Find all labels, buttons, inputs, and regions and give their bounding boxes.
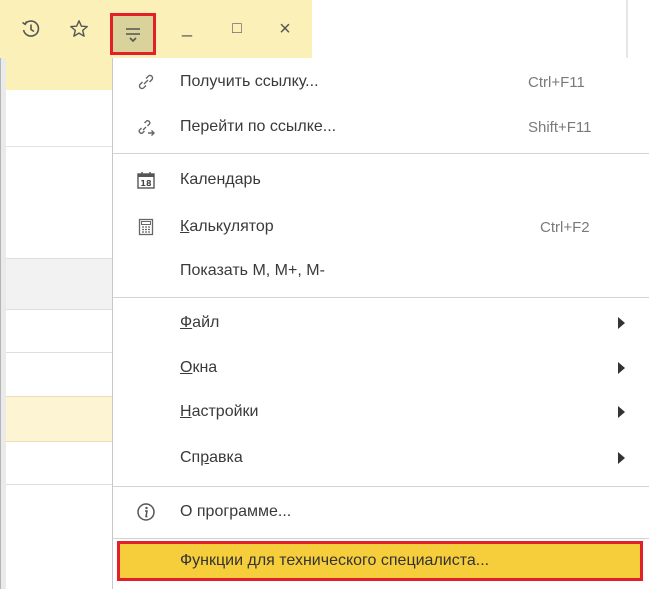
- menu-item-label: Настройки: [180, 403, 259, 420]
- info-icon: [135, 501, 157, 523]
- shortcut-label: Shift+F11: [528, 118, 592, 136]
- title-bar: _ □ ×: [0, 0, 650, 59]
- menu-item-label: Функции для технического специалиста...: [180, 552, 490, 569]
- menu-item-help[interactable]: Справка: [113, 436, 649, 480]
- maximize-button[interactable]: □: [220, 0, 254, 58]
- main-menu-icon: [126, 28, 140, 43]
- menu-item-label: Получить ссылку...: [180, 73, 319, 90]
- menu-item-label: Окна: [180, 359, 218, 376]
- main-menu-button[interactable]: [110, 13, 156, 55]
- close-button[interactable]: ×: [268, 0, 302, 58]
- menu-item-label: Показать M, M+, M-: [180, 262, 325, 279]
- favorites-button[interactable]: [62, 0, 96, 58]
- menu-item-file[interactable]: Файл: [113, 301, 649, 345]
- menu-item-show-memory[interactable]: Показать M, M+, M-: [113, 249, 649, 293]
- menu-item-label: Калькулятор: [180, 218, 274, 235]
- follow-link-icon: [135, 116, 157, 138]
- menu-item-follow-link[interactable]: Перейти по ссылке... Shift+F11: [113, 105, 649, 149]
- star-icon: [70, 20, 88, 37]
- menu-item-label: Файл: [180, 314, 220, 331]
- shortcut-label: Ctrl+F2: [540, 218, 590, 236]
- close-icon: ×: [279, 17, 291, 40]
- minimize-button[interactable]: _: [172, 0, 202, 58]
- history-button[interactable]: [14, 0, 48, 58]
- minimize-icon: _: [181, 16, 192, 37]
- table-header: [0, 258, 112, 310]
- submenu-arrow-icon: [618, 317, 625, 329]
- main-menu-dropdown: Получить ссылку... Ctrl+F11 Перейти по с…: [112, 58, 650, 589]
- menu-item-calculator[interactable]: Калькулятор Ctrl+F2: [113, 205, 649, 249]
- table-row-selected[interactable]: [0, 396, 112, 442]
- menu-item-label: Перейти по ссылке...: [180, 118, 337, 135]
- menu-item-label: Справка: [180, 449, 243, 466]
- history-icon: [22, 20, 40, 37]
- form-header-band: [0, 58, 112, 91]
- menu-item-label: Календарь: [180, 171, 261, 188]
- form-toolbar-band: [0, 90, 112, 147]
- calendar-day-number: 18: [140, 179, 152, 188]
- link-icon: [135, 71, 157, 93]
- menu-item-windows[interactable]: Окна: [113, 346, 649, 390]
- window-border: [0, 58, 1, 589]
- calculator-icon: [135, 216, 157, 238]
- background-form: ×: [0, 58, 112, 589]
- menu-item-get-link[interactable]: Получить ссылку... Ctrl+F11: [113, 60, 649, 104]
- menu-item-tech-specialist-functions[interactable]: Функции для технического специалиста...: [117, 541, 643, 581]
- titlebar-empty-area: [312, 0, 650, 59]
- calendar-icon: 18: [135, 169, 157, 191]
- maximize-icon: □: [232, 20, 242, 37]
- menu-item-label: О программе...: [180, 503, 292, 520]
- shortcut-label: Ctrl+F11: [528, 73, 585, 91]
- menu-item-settings[interactable]: Настройки: [113, 390, 649, 434]
- menu-item-calendar[interactable]: 18 Календарь: [113, 158, 649, 202]
- submenu-arrow-icon: [618, 406, 625, 418]
- menu-item-about[interactable]: О программе...: [113, 490, 649, 534]
- submenu-arrow-icon: [618, 452, 625, 464]
- submenu-arrow-icon: [618, 362, 625, 374]
